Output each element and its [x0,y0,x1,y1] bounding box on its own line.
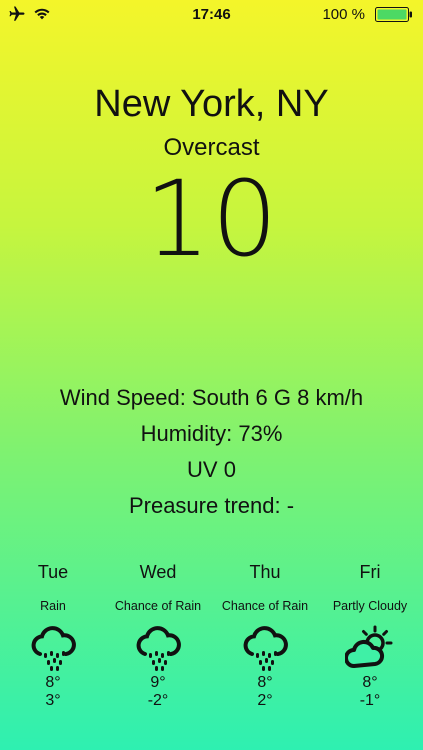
forecast-condition: Chance of Rain [114,599,202,613]
forecast-high: 8° [362,674,378,691]
forecast-condition: Partly Cloudy [332,599,408,613]
partly-cloudy-icon [345,625,393,668]
rain-cloud-icon [31,626,76,671]
rain-cloud-icon [243,626,288,671]
forecast-high: 8° [45,674,61,691]
forecast-high: 9° [150,674,166,691]
status-bar: 17:46 100 % [0,0,423,28]
forecast-low: -1° [359,692,381,709]
forecast-day: Fri Partly Cloudy 8° -1° [317,560,423,710]
weather-details: Wind Speed: South 6 G 8 km/h Humidity: 7… [0,380,423,524]
wind-speed: Wind Speed: South 6 G 8 km/h [59,385,364,410]
forecast-day-name: Thu [249,562,281,582]
forecast-low: -2° [147,692,169,709]
uv-index: UV 0 [187,457,236,482]
forecast-condition: Rain [40,599,66,613]
battery-percent: 100 % [322,6,365,23]
forecast: Tue Rain 8° 3° Wed Chance of Rain 9° -2°… [0,560,423,730]
pressure-trend: Preasure trend: - [128,493,295,518]
rain-cloud-icon [136,626,181,671]
battery-icon [375,7,412,22]
forecast-condition: Chance of Rain [221,599,309,613]
current-temperature: 10 [144,158,279,280]
forecast-day-name: Tue [37,562,69,582]
forecast-day-name: Fri [359,562,381,582]
forecast-day: Thu Chance of Rain 8° 2° [212,560,318,710]
forecast-low: 2° [257,692,273,709]
forecast-low: 3° [45,692,61,709]
forecast-high: 8° [257,674,273,691]
city-name: New York, NY [94,83,329,125]
forecast-day: Wed Chance of Rain 9° -2° [105,560,211,710]
forecast-day-name: Wed [139,562,177,582]
forecast-day: Tue Rain 8° 3° [0,560,106,710]
humidity: Humidity: 73% [140,421,283,446]
